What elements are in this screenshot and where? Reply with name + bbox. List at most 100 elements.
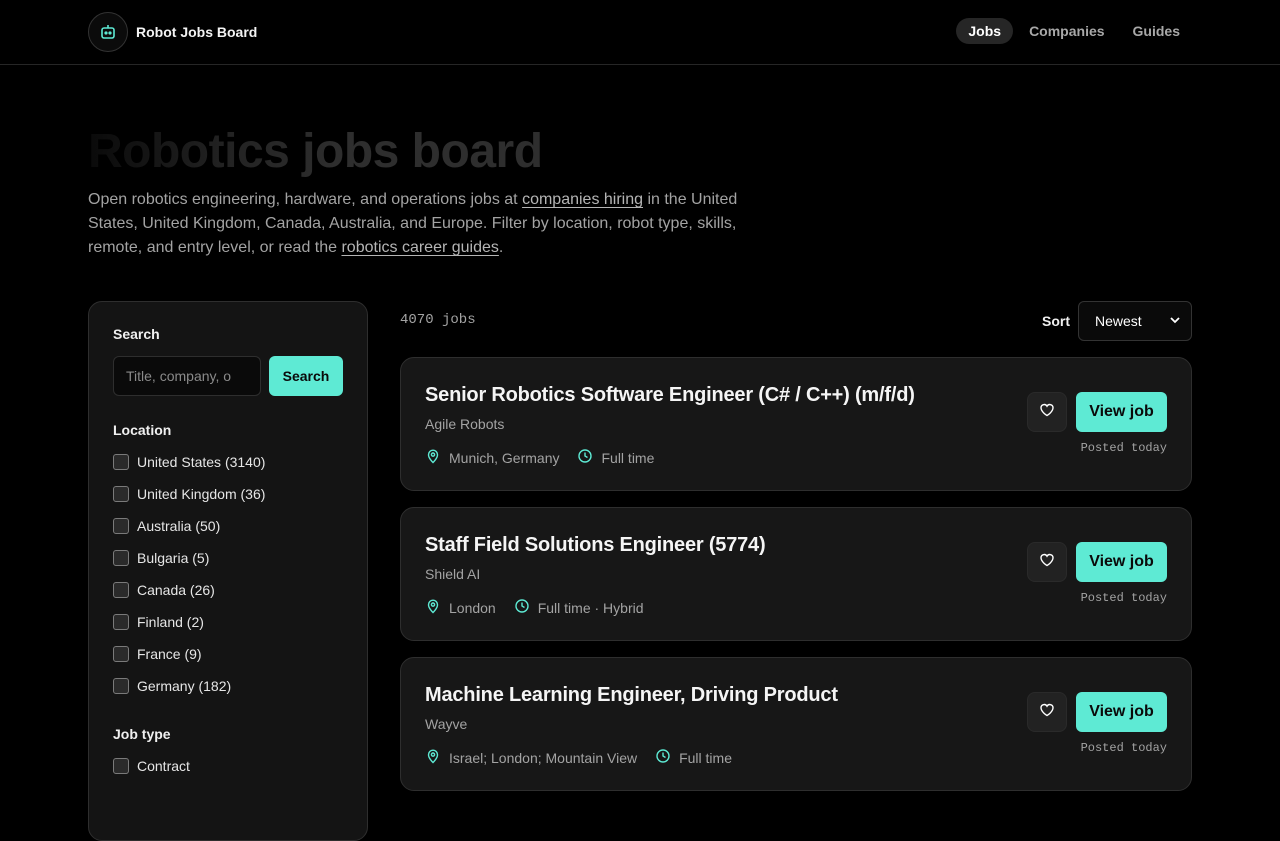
page-title: Robotics jobs board [88,125,543,178]
job-location-text: Israel; London; Mountain View [449,749,638,766]
checkbox[interactable] [113,454,129,470]
save-job-button[interactable] [1027,692,1067,732]
checkbox[interactable] [113,550,129,566]
job-type-option[interactable]: Contract [113,750,343,782]
location-option[interactable]: Canada (26) [113,574,343,606]
location-option[interactable]: Bulgaria (5) [113,542,343,574]
job-company: Wayve [425,716,468,732]
checkbox[interactable] [113,678,129,694]
checkbox[interactable] [113,518,129,534]
job-location: Munich, Germany [425,448,559,467]
job-card[interactable]: Machine Learning Engineer, Driving Produ… [400,657,1192,791]
location-option[interactable]: United States (3140) [113,446,343,478]
location-option[interactable]: France (9) [113,638,343,670]
posted-date: Posted today [1080,591,1167,605]
page-description: Open robotics engineering, hardware, and… [88,188,778,260]
results-count: 4070 jobs [400,312,476,328]
job-title[interactable]: Staff Field Solutions Engineer (5774) [425,534,766,557]
location-label: Germany (182) [137,678,232,694]
site-name: Robot Jobs Board [136,24,258,40]
location-label: Bulgaria (5) [137,550,210,566]
job-location: Israel; London; Mountain View [425,748,637,767]
location-list: United States (3140) United Kingdom (36)… [113,446,343,702]
job-type: Full time [655,748,732,767]
job-meta: London Full time · Hybrid [425,598,662,617]
sort-control: Sort Newest [1042,301,1192,341]
nav-item-jobs[interactable]: Jobs [956,18,1014,44]
checkbox[interactable] [113,486,129,502]
clock-icon [655,748,671,767]
nav-item-guides[interactable]: Guides [1121,18,1192,44]
robot-icon [88,12,128,52]
location-option[interactable]: Germany (182) [113,670,343,702]
sort-select[interactable]: Newest [1078,301,1192,341]
location-option[interactable]: Australia (50) [113,510,343,542]
description-text: Open robotics engineering, hardware, and… [88,191,523,208]
location-filter: Location United States (3140) United Kin… [113,422,343,702]
job-location: London [425,598,496,617]
location-label: Canada (26) [137,582,215,598]
job-company: Agile Robots [425,416,505,432]
location-label: France (9) [137,646,202,662]
description-text: . [498,239,504,256]
job-type-filter: Job type Contract [113,726,343,782]
job-type-label: Contract [137,758,190,774]
search-button[interactable]: Search [269,356,343,396]
companies-hiring-link[interactable]: companies hiring [522,191,643,208]
clock-icon [514,598,530,617]
sort-label: Sort [1042,313,1070,329]
checkbox[interactable] [113,582,129,598]
search-form: Search [113,356,343,396]
location-label: United Kingdom (36) [137,486,266,502]
career-guides-link[interactable]: robotics career guides [341,239,498,256]
job-card[interactable]: Staff Field Solutions Engineer (5774) Sh… [400,507,1192,641]
save-job-button[interactable] [1027,542,1067,582]
view-job-button[interactable]: View job [1076,392,1167,432]
save-job-button[interactable] [1027,392,1067,432]
view-job-button[interactable]: View job [1076,542,1167,582]
job-type: Full time · Hybrid [514,598,644,617]
checkbox[interactable] [113,758,129,774]
search-input[interactable] [113,356,261,396]
location-label: United States (3140) [137,454,266,470]
heart-icon [1039,702,1055,723]
job-location-text: Munich, Germany [449,449,560,466]
job-type: Full time [577,448,654,467]
map-pin-icon [425,448,441,467]
job-company: Shield AI [425,566,481,582]
chevron-down-icon [1169,313,1181,329]
brand-link[interactable]: Robot Jobs Board [88,12,257,52]
posted-date: Posted today [1080,441,1167,455]
nav-item-companies[interactable]: Companies [1017,18,1116,44]
checkbox[interactable] [113,614,129,630]
job-type-text: Full time · Hybrid [537,599,644,616]
clock-icon [577,448,593,467]
job-meta: Israel; London; Mountain View Full time [425,748,750,767]
posted-date: Posted today [1080,741,1167,755]
filter-sidebar: Search Search Location United States (31… [88,301,368,841]
job-title[interactable]: Senior Robotics Software Engineer (C# / … [425,384,915,407]
job-type-text: Full time [601,449,655,466]
top-navbar: Robot Jobs Board Jobs Companies Guides [0,0,1280,65]
heart-icon [1039,402,1055,423]
location-option[interactable]: United Kingdom (36) [113,478,343,510]
map-pin-icon [425,748,441,767]
checkbox[interactable] [113,646,129,662]
main-nav: Jobs Companies Guides [952,18,1192,44]
view-job-button[interactable]: View job [1076,692,1167,732]
job-title[interactable]: Machine Learning Engineer, Driving Produ… [425,684,838,707]
location-label: Australia (50) [137,518,221,534]
job-type-heading: Job type [113,726,171,742]
heart-icon [1039,552,1055,573]
location-heading: Location [113,422,172,438]
job-location-text: London [449,599,496,616]
search-heading: Search [113,326,160,342]
job-type-list: Contract [113,750,343,782]
job-type-text: Full time [679,749,732,766]
location-option[interactable]: Finland (2) [113,606,343,638]
job-meta: Munich, Germany Full time [425,448,672,467]
job-card[interactable]: Senior Robotics Software Engineer (C# / … [400,357,1192,491]
sort-value: Newest [1095,313,1142,329]
map-pin-icon [425,598,441,617]
location-label: Finland (2) [137,614,204,630]
